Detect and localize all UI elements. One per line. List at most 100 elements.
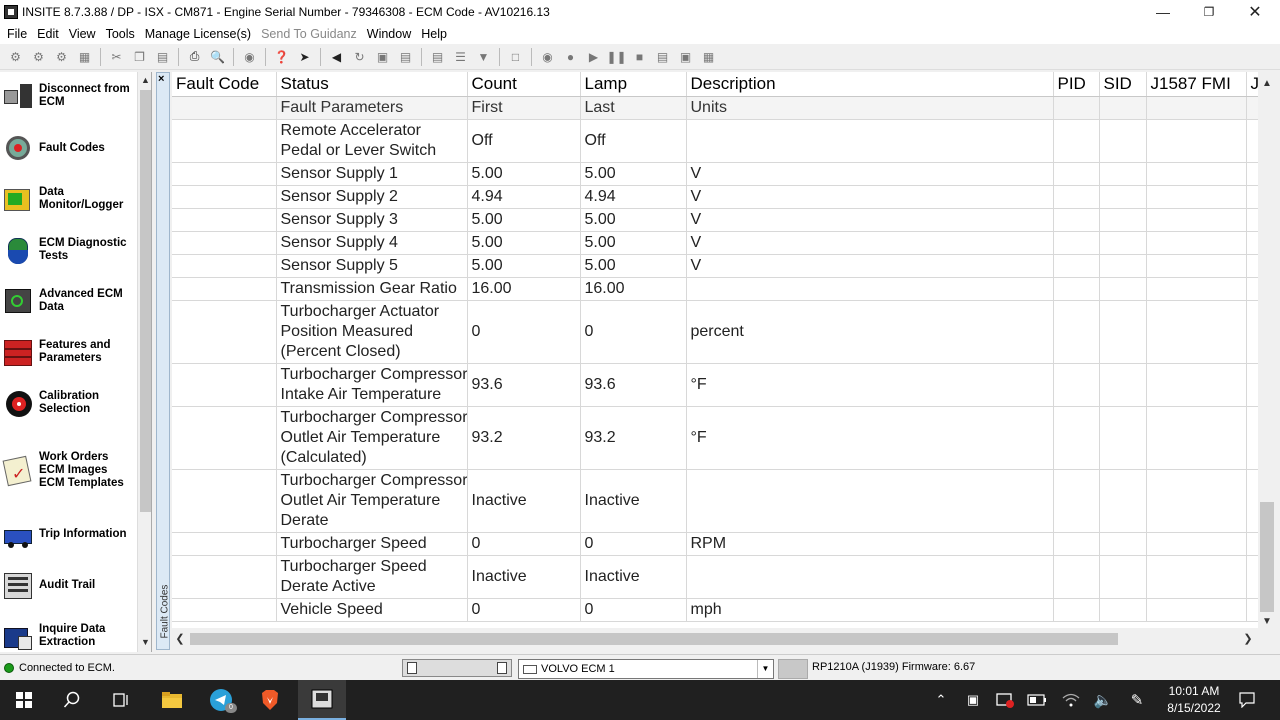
export-icon[interactable]: ▤ (397, 48, 415, 66)
sidebar-item-fault-codes[interactable]: Fault Codes (2, 124, 138, 172)
minimize-button[interactable]: — (1140, 0, 1186, 24)
sidebar-item-advanced-ecm[interactable]: Advanced ECM Data (2, 277, 138, 325)
print-preview-icon[interactable]: 🔍 (209, 48, 227, 66)
grid-vscroll-thumb[interactable] (1260, 502, 1274, 612)
scroll-down-icon[interactable]: ▼ (138, 634, 151, 650)
scroll-left-icon[interactable]: ❮ (172, 630, 188, 648)
close-panel-icon[interactable]: × (158, 73, 164, 85)
menu-file[interactable]: File (2, 27, 32, 41)
copy-icon[interactable]: ❐ (131, 48, 149, 66)
pen-icon[interactable]: ✎ (1124, 680, 1150, 720)
record-icon[interactable]: ● (562, 48, 580, 66)
column-subheader[interactable] (1099, 96, 1147, 120)
grid-vertical-scrollbar[interactable]: ▲ ▼ (1258, 72, 1276, 628)
pause-icon[interactable]: ❚❚ (606, 48, 626, 66)
fault-icon[interactable]: ⚙ (53, 48, 71, 66)
telegram-icon[interactable]: 0 (197, 680, 245, 720)
scroll-up-icon[interactable]: ▲ (1258, 76, 1276, 92)
wifi-icon[interactable] (1058, 680, 1084, 720)
table-row[interactable]: Transmission Gear Ratio 16.00 16.00 (172, 277, 1258, 301)
connect-icon[interactable]: ⚙ (7, 48, 25, 66)
notifications-icon[interactable] (1236, 680, 1258, 720)
column-subheader[interactable]: Last (580, 96, 687, 120)
column-header[interactable]: Count (467, 72, 581, 97)
table-row[interactable]: Turbocharger Compressor Intake Air Tempe… (172, 363, 1258, 407)
column-header[interactable]: Lamp (580, 72, 687, 97)
grid-hscroll-thumb[interactable] (190, 633, 1118, 645)
table-row[interactable]: Turbocharger Compressor Outlet Air Tempe… (172, 469, 1258, 533)
filter-icon[interactable]: ▼ (475, 48, 493, 66)
brave-browser-icon[interactable] (246, 680, 294, 720)
speaker-icon[interactable]: ◀ (328, 48, 346, 66)
scroll-up-icon[interactable]: ▲ (138, 72, 151, 88)
close-button[interactable]: ✕ (1232, 0, 1278, 24)
report-icon[interactable]: ▤ (429, 48, 447, 66)
table-row[interactable]: Turbocharger Speed 0 0 RPM (172, 532, 1258, 556)
cut-icon[interactable]: ✂ (108, 48, 126, 66)
insite-taskbar-icon[interactable] (298, 680, 346, 720)
table-row[interactable]: Turbocharger Compressor Outlet Air Tempe… (172, 406, 1258, 470)
menu-help[interactable]: Help (416, 27, 452, 41)
file-explorer-icon[interactable] (148, 680, 196, 720)
taskbar-clock[interactable]: 10:01 AM 8/15/2022 (1150, 683, 1238, 717)
document-icon[interactable]: □ (507, 48, 525, 66)
print-icon[interactable]: ⎙ (186, 48, 204, 66)
column-header[interactable]: J (1246, 72, 1258, 97)
table-row[interactable]: Sensor Supply 1 5.00 5.00 V (172, 162, 1258, 186)
column-subheader[interactable] (172, 96, 277, 120)
security-alert-icon[interactable] (992, 680, 1018, 720)
scroll-right-icon[interactable]: ❯ (1240, 630, 1256, 648)
help-icon[interactable]: ❓ (273, 48, 291, 66)
table-row[interactable]: Remote Accelerator Pedal or Lever Switch… (172, 119, 1258, 163)
sidebar-scroll-thumb[interactable] (140, 90, 151, 512)
play-icon[interactable]: ▶ (585, 48, 603, 66)
find-icon[interactable]: ◉ (241, 48, 259, 66)
sidebar-item-disconnect[interactable]: Disconnect from ECM (2, 72, 138, 120)
sidebar-item-inquire-data[interactable]: Inquire Data Extraction (2, 612, 138, 652)
column-header[interactable]: SID (1099, 72, 1147, 97)
column-subheader[interactable]: First (467, 96, 581, 120)
sidebar-item-data-monitor[interactable]: Data Monitor/Logger (2, 175, 138, 223)
task-view-icon[interactable] (96, 680, 144, 720)
column-header[interactable]: Description (686, 72, 1054, 97)
sidebar-item-features[interactable]: Features and Parameters (2, 328, 138, 376)
column-header[interactable]: Status (276, 72, 468, 97)
paste-icon[interactable]: ▤ (154, 48, 172, 66)
windows-start-icon[interactable] (0, 680, 48, 720)
sidebar-item-work-orders[interactable]: ✓ Work Orders ECM Images ECM Templates (2, 442, 138, 498)
sidebar-scrollbar[interactable]: ▲ ▼ (137, 72, 151, 652)
table-row[interactable]: Sensor Supply 5 5.00 5.00 V (172, 254, 1258, 278)
menu-edit[interactable]: Edit (32, 27, 64, 41)
data-icon[interactable]: ▦ (76, 48, 94, 66)
table-row[interactable]: Sensor Supply 4 5.00 5.00 V (172, 231, 1258, 255)
menu-window[interactable]: Window (362, 27, 416, 41)
column-subheader[interactable] (1053, 96, 1100, 120)
column-subheader[interactable]: Fault Parameters (276, 96, 468, 120)
ecm-select[interactable]: VOLVO ECM 1 ▼ (518, 659, 774, 679)
stop-icon[interactable]: ■ (631, 48, 649, 66)
menu-tools[interactable]: Tools (101, 27, 140, 41)
table-row[interactable]: Sensor Supply 3 5.00 5.00 V (172, 208, 1258, 232)
disconnect-icon[interactable]: ⚙ (30, 48, 48, 66)
fault-codes-panel-tab[interactable]: × Fault Codes (156, 72, 171, 650)
menu-send-to-guidanz[interactable]: Send To Guidanz (256, 27, 362, 41)
sidebar-item-diagnostic-tests[interactable]: ECM Diagnostic Tests (2, 226, 138, 274)
table-row[interactable]: Sensor Supply 2 4.94 4.94 V (172, 185, 1258, 209)
chevron-down-icon[interactable]: ▼ (757, 660, 773, 678)
column-header[interactable]: PID (1053, 72, 1100, 97)
camera-icon[interactable]: ◉ (539, 48, 557, 66)
snapshot-icon[interactable]: ▣ (677, 48, 695, 66)
list-icon[interactable]: ☰ (452, 48, 470, 66)
table-row[interactable]: Vehicle Speed 0 0 mph (172, 598, 1258, 622)
volume-icon[interactable]: 🔈 (1090, 680, 1116, 720)
menu-view[interactable]: View (64, 27, 101, 41)
menu-manage-license[interactable]: Manage License(s) (140, 27, 256, 41)
show-hidden-icons-icon[interactable]: ⌃ (930, 680, 952, 720)
sidebar-item-audit-trail[interactable]: Audit Trail (2, 561, 138, 609)
column-header[interactable]: J1587 FMI (1146, 72, 1247, 97)
table-row[interactable]: Turbocharger Speed Derate Active Inactive… (172, 555, 1258, 599)
settings-icon[interactable]: ▦ (700, 48, 718, 66)
column-subheader[interactable] (1246, 96, 1258, 120)
context-help-icon[interactable]: ➤ (296, 48, 314, 66)
column-subheader[interactable] (1146, 96, 1247, 120)
